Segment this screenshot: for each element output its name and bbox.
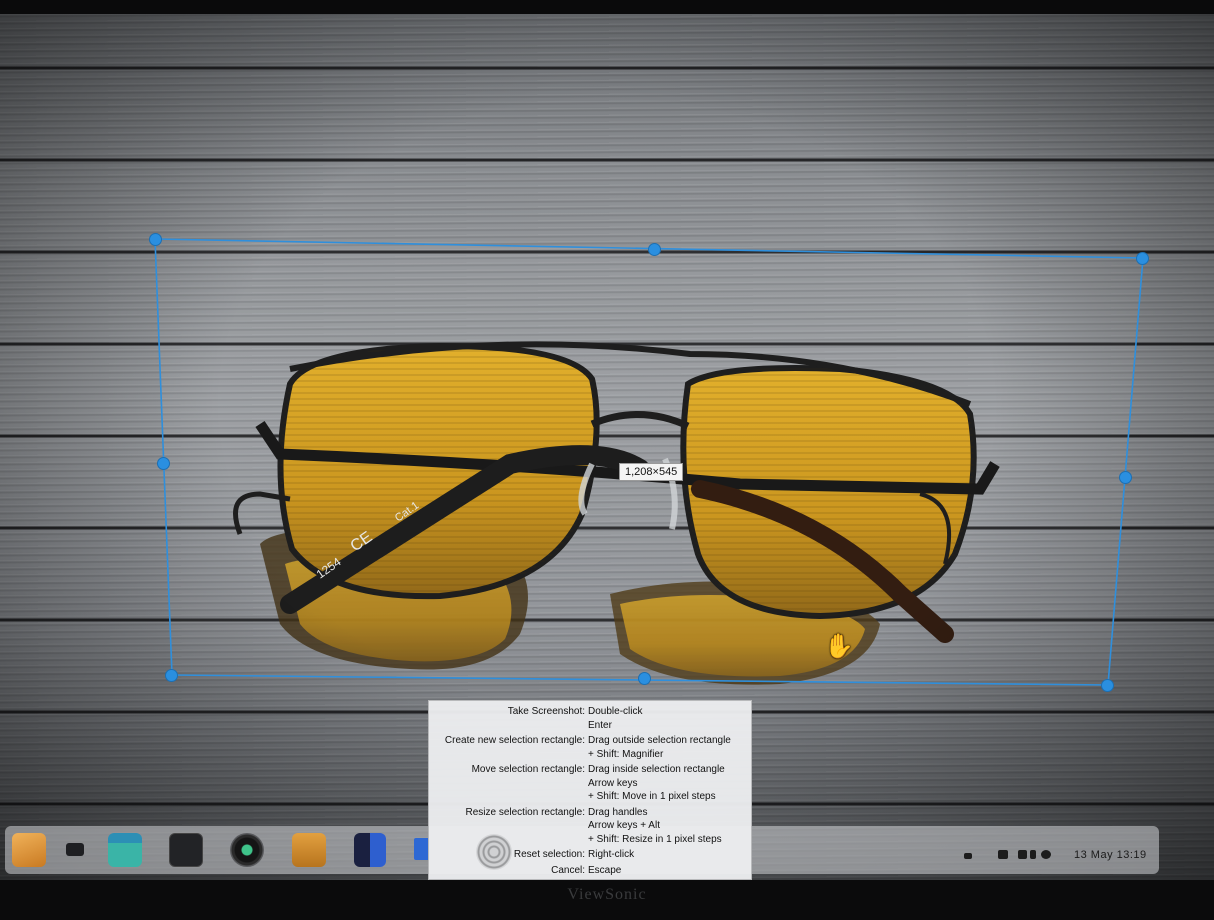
help-value: Escape [588, 864, 622, 876]
help-row-resize-selection: Resize selection rectangle: Drag handles… [429, 806, 751, 847]
help-value: Drag handles [588, 806, 648, 818]
selection-size-label: 1,208×545 [619, 463, 684, 481]
help-value: Arrow keys + Alt [588, 820, 660, 831]
tray-network-icon[interactable] [1030, 850, 1036, 859]
code-editor-icon[interactable] [354, 833, 386, 867]
terminal-small-icon[interactable] [66, 843, 84, 856]
reset-selection-icon [476, 834, 512, 870]
archive-icon[interactable] [292, 833, 326, 867]
help-key: Create new selection rectangle: [444, 735, 585, 746]
help-values: Escape [588, 864, 751, 878]
selection-handle-right[interactable] [1119, 471, 1132, 484]
help-value: + Shift: Resize in 1 pixel steps [588, 833, 722, 845]
selection-handle-top-right[interactable] [1136, 252, 1149, 265]
help-values: Double-click Enter [588, 705, 751, 732]
tray-display-icon[interactable] [998, 850, 1008, 859]
selection-handle-bottom-right[interactable] [1101, 679, 1114, 692]
help-value: Drag outside selection rectangle [588, 735, 731, 746]
tray-volume-icon[interactable] [1018, 850, 1027, 859]
help-value: + Shift: Move in 1 pixel steps [588, 791, 716, 802]
tray-power-icon[interactable] [1041, 850, 1051, 859]
help-row-cancel: Cancel: Escape [429, 864, 751, 878]
help-key: Resize selection rectangle: [465, 806, 585, 818]
help-row-move-selection: Move selection rectangle: Drag inside se… [429, 763, 751, 804]
help-value: Enter [588, 719, 612, 731]
help-values: Drag outside selection rectangle + Shift… [588, 734, 751, 761]
help-values: Right-click [588, 848, 751, 862]
monitor-brand-logo: ViewSonic [567, 886, 647, 903]
tray-up-arrow-icon[interactable] [964, 853, 972, 859]
selection-handle-top[interactable] [648, 243, 661, 256]
folder-icon[interactable] [12, 833, 46, 867]
file-manager-icon[interactable] [108, 833, 142, 867]
help-value: + Shift: Magnifier [588, 748, 664, 760]
help-value: Arrow keys [588, 777, 638, 789]
help-row-take-screenshot: Take Screenshot: Double-click Enter [429, 705, 751, 732]
camera-icon[interactable] [230, 833, 264, 867]
sunglasses-image: 1254 CE Cat.1 [233, 341, 1000, 685]
selection-handle-bottom[interactable] [638, 672, 651, 685]
help-key: Move selection rectangle: [471, 764, 585, 775]
selection-handle-left[interactable] [157, 457, 170, 470]
help-values: Drag handles Arrow keys + Alt + Shift: R… [588, 806, 751, 847]
help-key: Take Screenshot: [507, 706, 585, 717]
help-value: Double-click [588, 706, 643, 717]
help-key: Cancel: [551, 864, 585, 876]
terminal-icon[interactable] [169, 833, 203, 867]
help-value: Drag inside selection rectangle [588, 764, 725, 775]
help-row-create-selection: Create new selection rectangle: Drag out… [429, 734, 751, 761]
selection-handle-bottom-left[interactable] [165, 669, 178, 682]
hand-cursor-icon: ✋ [824, 633, 854, 660]
selection-handle-top-left[interactable] [149, 233, 162, 246]
help-values: Drag inside selection rectangle Arrow ke… [588, 763, 751, 804]
help-value: Right-click [588, 849, 635, 860]
taskbar-clock[interactable]: 13 May 13:19 [1074, 849, 1147, 861]
